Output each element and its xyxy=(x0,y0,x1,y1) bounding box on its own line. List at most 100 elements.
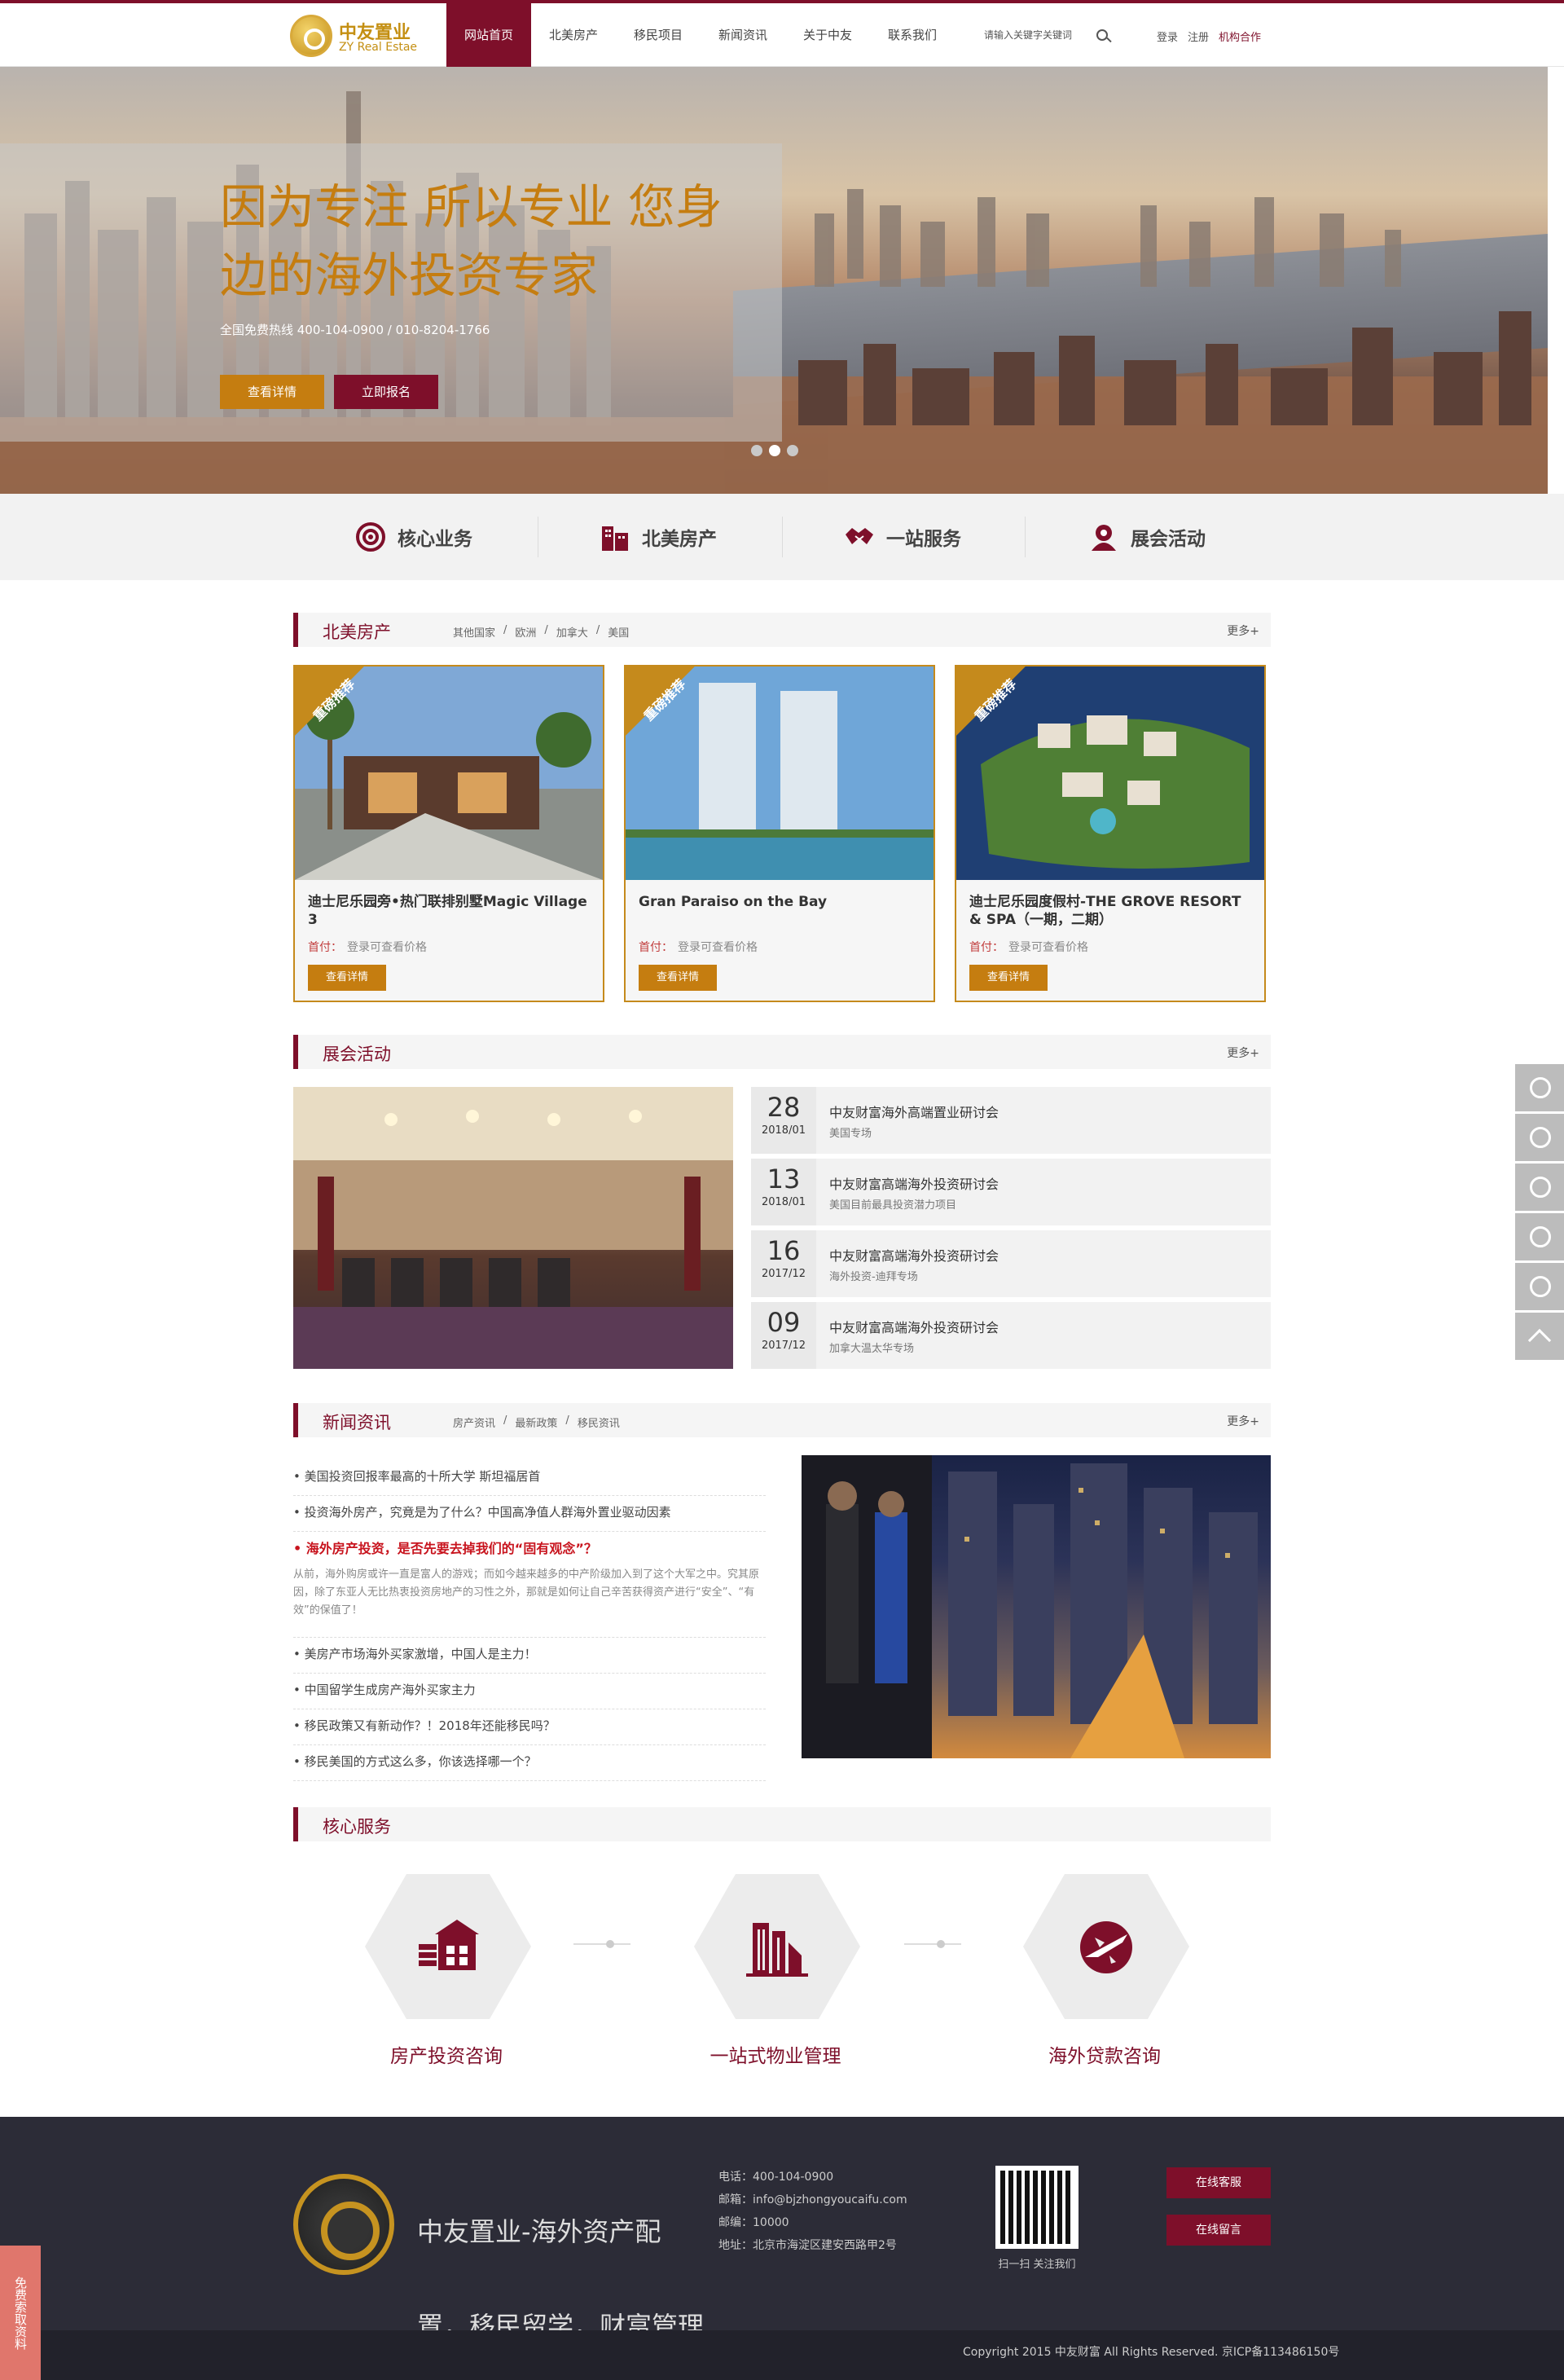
more-link[interactable]: 更多+ xyxy=(1227,1045,1259,1061)
subnav-other[interactable]: 其他国家 xyxy=(453,624,495,640)
subnav-canada[interactable]: 加拿大 xyxy=(556,624,588,640)
slider-dot[interactable] xyxy=(787,445,798,456)
nav-news[interactable]: 新闻资讯 xyxy=(701,3,785,67)
news-item[interactable]: • 投资海外房产，究竟是为了什么？中国高净值人群海外置业驱动因素 xyxy=(293,1496,766,1532)
service-item[interactable]: 一站式物业管理 xyxy=(694,1874,860,2068)
free-info-tab[interactable]: 免费索取资料 xyxy=(0,2246,41,2380)
event-day: 28 xyxy=(767,1092,801,1123)
login-link[interactable]: 登录 xyxy=(1157,29,1178,44)
subnav-policy[interactable]: 最新政策 xyxy=(515,1414,557,1430)
subnav-sep: / xyxy=(544,624,548,636)
recommend-ribbon: 重磅推荐 xyxy=(626,666,696,737)
brand-logo[interactable]: 中友置业 ZY Real Estae xyxy=(290,11,428,59)
event-title[interactable]: 中友财富高端海外投资研讨会 xyxy=(829,1173,999,1193)
side-tool-support[interactable] xyxy=(1515,1114,1564,1161)
quick-label: 一站服务 xyxy=(886,529,961,550)
ribbon-label: 重磅推荐 xyxy=(971,675,1020,724)
news-item[interactable]: • 移民美国的方式这么多，你该选择哪一个？ xyxy=(293,1745,766,1781)
buildings-icon xyxy=(602,526,628,551)
card-title[interactable]: 迪士尼乐园旁•热门联排别墅Magic Village 3 xyxy=(308,893,593,929)
event-item[interactable]: 09 2017/12 中友财富高端海外投资研讨会 加拿大温太华专场 xyxy=(751,1302,1271,1369)
side-tool-message[interactable] xyxy=(1515,1263,1564,1310)
section-subnav: 其他国家 / 欧洲 / 加拿大 / 美国 xyxy=(453,624,629,640)
event-year-month: 2018/01 xyxy=(761,1124,806,1137)
event-desc: 美国目前最具投资潜力项目 xyxy=(829,1199,957,1212)
event-item[interactable]: 16 2017/12 中友财富高端海外投资研讨会 海外投资-迪拜专场 xyxy=(751,1230,1271,1297)
nav-about[interactable]: 关于中友 xyxy=(785,3,870,67)
slider-dot-active[interactable] xyxy=(769,445,780,456)
service-item[interactable]: 房产投资咨询 xyxy=(365,1874,531,2068)
register-link[interactable]: 注册 xyxy=(1188,29,1209,44)
online-service-button[interactable]: 在线客服 xyxy=(1166,2167,1271,2198)
footer-logo-icon xyxy=(293,2174,394,2275)
more-link[interactable]: 更多+ xyxy=(1227,622,1259,639)
card-detail-button[interactable]: 查看详情 xyxy=(639,965,717,991)
nav-contact[interactable]: 联系我们 xyxy=(870,3,955,67)
org-cooperation-link[interactable]: 机构合作 xyxy=(1219,29,1261,44)
quick-label: 展会活动 xyxy=(1131,529,1206,550)
footer-slogan: 中友置业-海外资产配 xyxy=(417,2216,661,2247)
globe-plane-icon xyxy=(1080,1921,1132,1973)
nav-property[interactable]: 北美房产 xyxy=(531,3,616,67)
subnav-property-news[interactable]: 房产资讯 xyxy=(453,1414,495,1430)
event-title[interactable]: 中友财富高端海外投资研讨会 xyxy=(829,1245,999,1265)
event-item[interactable]: 28 2018/01 中友财富海外高端置业研讨会 美国专场 xyxy=(751,1087,1271,1154)
service-label[interactable]: 房产投资咨询 xyxy=(365,2040,528,2068)
back-to-top-button[interactable] xyxy=(1515,1313,1564,1360)
event-year-month: 2018/01 xyxy=(761,1196,806,1208)
property-card[interactable]: 重磅推荐 Gran Paraiso on the Bay 首付： 登录可查看价格 … xyxy=(624,665,935,1002)
card-title[interactable]: 迪士尼乐园度假村-THE GROVE RESORT & SPA（一期，二期） xyxy=(969,893,1254,929)
quick-expo[interactable]: 展会活动 xyxy=(1088,518,1206,556)
service-label[interactable]: 一站式物业管理 xyxy=(694,2040,857,2068)
side-tool-finance[interactable] xyxy=(1515,1064,1564,1111)
property-card[interactable]: 重磅推荐 迪士尼乐园度假村-THE GROVE RESORT & SPA（一期，… xyxy=(955,665,1266,1002)
card-detail-button[interactable]: 查看详情 xyxy=(969,965,1048,991)
news-item[interactable]: • 美房产市场海外买家激增，中国人是主力！ xyxy=(293,1638,766,1674)
online-message-button[interactable]: 在线留言 xyxy=(1166,2215,1271,2246)
quick-one-stop[interactable]: 一站服务 xyxy=(844,518,961,556)
news-highlight-title[interactable]: • 海外房产投资，是否先要去掉我们的“固有观念”？ xyxy=(293,1532,766,1566)
hero-signup-button[interactable]: 立即报名 xyxy=(334,375,438,409)
money-icon xyxy=(1530,1077,1551,1098)
service-label[interactable]: 海外贷款咨询 xyxy=(1023,2040,1186,2068)
more-link[interactable]: 更多+ xyxy=(1227,1413,1259,1429)
section-subnav: 房产资讯 / 最新政策 / 移民资讯 xyxy=(453,1414,620,1430)
footer-contact: 电话：400-104-0900 邮箱：info@bjzhongyoucaifu.… xyxy=(718,2166,907,2257)
nav-home[interactable]: 网站首页 xyxy=(446,3,531,67)
subnav-europe[interactable]: 欧洲 xyxy=(515,624,536,640)
quick-core-business[interactable]: 核心业务 xyxy=(355,518,472,556)
quick-north-america[interactable]: 北美房产 xyxy=(600,518,717,556)
card-detail-button[interactable]: 查看详情 xyxy=(308,965,386,991)
event-day: 16 xyxy=(767,1235,801,1266)
service-hexagon xyxy=(365,1874,531,2019)
event-item[interactable]: 13 2018/01 中友财富高端海外投资研讨会 美国目前最具投资潜力项目 xyxy=(751,1159,1271,1225)
house-coins-icon xyxy=(419,1920,479,1970)
subnav-immigration-news[interactable]: 移民资讯 xyxy=(578,1414,620,1430)
nav-immigration[interactable]: 移民项目 xyxy=(616,3,701,67)
section-service-header: 核心服务 xyxy=(293,1807,1271,1841)
search-input[interactable]: 请输入关键字关键词 xyxy=(984,28,1114,44)
card-price: 首付： 登录可查看价格 xyxy=(308,939,427,955)
expo-hall-photo xyxy=(293,1087,733,1369)
brand-name-en: ZY Real Estae xyxy=(339,41,418,54)
hero-detail-button[interactable]: 查看详情 xyxy=(220,375,324,409)
footer-email[interactable]: 邮箱：info@bjzhongyoucaifu.com xyxy=(718,2189,907,2211)
news-item[interactable]: • 中国留学生成房产海外买家主力 xyxy=(293,1674,766,1709)
hero-title: 因为专注 所以专业 您身边的海外投资专家 xyxy=(220,179,723,303)
slider-dot[interactable] xyxy=(751,445,762,456)
news-highlight[interactable]: • 海外房产投资，是否先要去掉我们的“固有观念”？ 从前，海外购房或许一直是富人… xyxy=(293,1532,766,1638)
side-tool-wechat[interactable] xyxy=(1515,1213,1564,1260)
subnav-usa[interactable]: 美国 xyxy=(608,624,629,640)
side-tool-phone[interactable] xyxy=(1515,1164,1564,1211)
ribbon-label: 重磅推荐 xyxy=(310,675,358,724)
search-icon[interactable] xyxy=(1096,29,1108,41)
service-item[interactable]: 海外贷款咨询 xyxy=(1023,1874,1189,2068)
event-title[interactable]: 中友财富海外高端置业研讨会 xyxy=(829,1102,999,1121)
buildings-outline-icon xyxy=(746,1923,808,1977)
property-card[interactable]: 重磅推荐 迪士尼乐园旁•热门联排别墅Magic Village 3 首付： 登录可… xyxy=(293,665,604,1002)
news-item[interactable]: • 移民政策又有新动作？！2018年还能移民吗？ xyxy=(293,1709,766,1745)
price-label: 首付： xyxy=(969,941,1004,954)
event-title[interactable]: 中友财富高端海外投资研讨会 xyxy=(829,1317,999,1336)
news-item[interactable]: • 美国投资回报率最高的十所大学 斯坦福居首 xyxy=(293,1460,766,1496)
card-title[interactable]: Gran Paraiso on the Bay xyxy=(639,893,924,911)
